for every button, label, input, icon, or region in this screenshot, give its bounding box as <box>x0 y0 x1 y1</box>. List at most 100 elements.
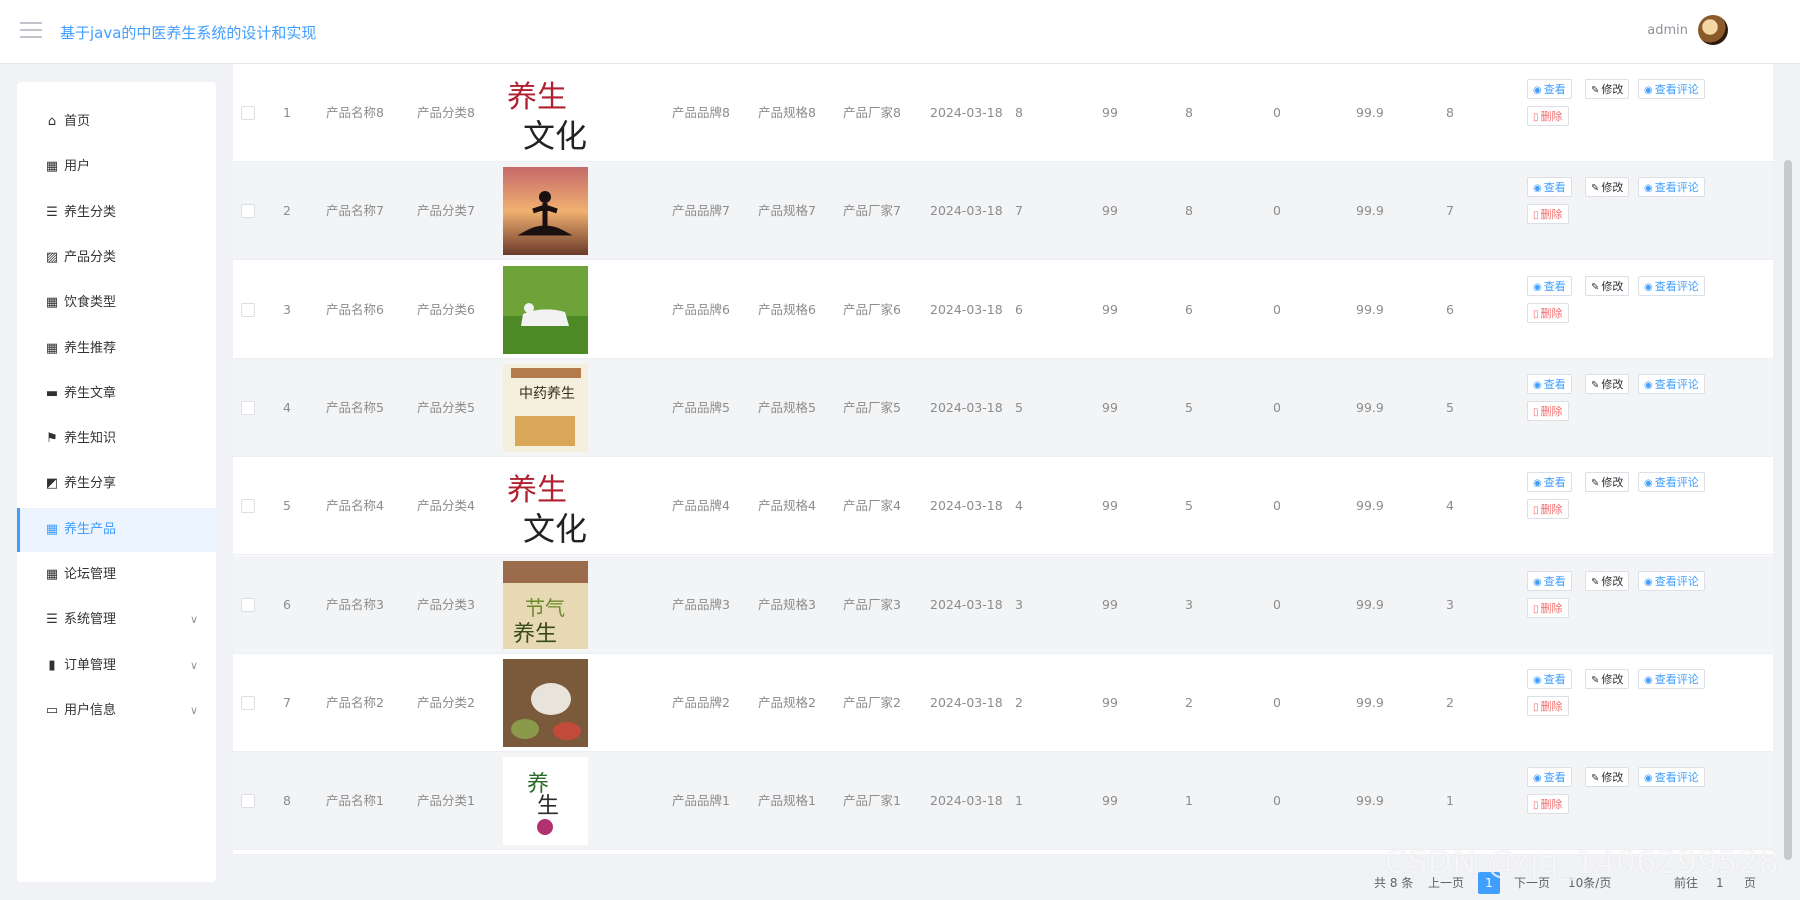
cell-c5: 8 <box>1446 105 1454 120</box>
view-comments-button[interactable]: ◉ 查看评论 <box>1638 472 1705 493</box>
button-label: 删除 <box>1540 306 1563 320</box>
edit-button[interactable]: ✎ 修改 <box>1585 177 1630 198</box>
button-label: 删除 <box>1540 601 1563 615</box>
view-comments-button[interactable]: ◉ 查看评论 <box>1638 668 1705 689</box>
view-button[interactable]: ◉ 查看 <box>1527 668 1572 689</box>
delete-button[interactable]: ▯ 删除 <box>1527 794 1569 815</box>
view-comments-button[interactable]: ◉ 查看评论 <box>1638 767 1705 788</box>
eye-icon: ◉ <box>1644 379 1653 391</box>
sidebar-item[interactable]: ▦ 用户 <box>17 145 216 189</box>
cell-c1: 1 <box>1015 793 1023 809</box>
edit-button[interactable]: ✎ 修改 <box>1585 79 1630 99</box>
row-checkbox[interactable] <box>241 794 255 809</box>
delete-button[interactable]: ▯ 删除 <box>1527 204 1569 225</box>
product-image[interactable]: 中药养生 <box>503 363 588 452</box>
sliders-icon: ☰ <box>46 204 58 220</box>
cell-c5: 6 <box>1446 301 1454 317</box>
view-button[interactable]: ◉ 查看 <box>1527 79 1572 99</box>
button-label: 查看 <box>1543 181 1566 195</box>
row-checkbox[interactable] <box>241 106 255 120</box>
view-comments-button[interactable]: ◉ 查看评论 <box>1638 570 1705 591</box>
trash-icon: ▯ <box>1533 308 1539 320</box>
sidebar-item[interactable]: ▦ 论坛管理 <box>17 553 216 597</box>
cell-index: 1 <box>283 105 291 120</box>
row-checkbox[interactable] <box>241 695 255 710</box>
view-comments-button[interactable]: ◉ 查看评论 <box>1638 373 1705 394</box>
view-button[interactable]: ◉ 查看 <box>1527 373 1572 394</box>
cell-date: 2024-03-18 <box>930 301 1003 317</box>
table-row: 1 产品名称8 产品分类8 产品品牌8 产品规格8 产品厂家8 2024-03-18 8 99 8… <box>233 64 1773 162</box>
row-checkbox[interactable] <box>241 302 255 317</box>
sidebar-item[interactable]: ▬ 养生文章 <box>17 372 216 416</box>
edit-button[interactable]: ✎ 修改 <box>1585 767 1630 788</box>
button-label: 修改 <box>1601 83 1624 96</box>
product-image[interactable] <box>503 658 588 747</box>
svg-text:养生: 养生 <box>507 473 567 508</box>
svg-text:生: 生 <box>537 794 559 819</box>
edit-button[interactable]: ✎ 修改 <box>1585 668 1630 689</box>
delete-button[interactable]: ▯ 删除 <box>1527 597 1569 618</box>
product-image[interactable]: 养生 <box>503 757 588 846</box>
edit-button[interactable]: ✎ 修改 <box>1585 275 1630 296</box>
sidebar-item[interactable]: ▨ 产品分类 <box>17 236 216 280</box>
delete-button[interactable]: ▯ 删除 <box>1527 499 1569 520</box>
delete-button[interactable]: ▯ 删除 <box>1527 106 1569 126</box>
row-checkbox[interactable] <box>241 204 255 219</box>
avatar[interactable] <box>1698 15 1728 45</box>
delete-button[interactable]: ▯ 删除 <box>1527 302 1569 323</box>
cell-category: 产品分类8 <box>417 105 475 120</box>
view-comments-button[interactable]: ◉ 查看评论 <box>1638 79 1705 99</box>
cell-c1: 3 <box>1015 596 1023 612</box>
cell-index: 7 <box>283 694 291 710</box>
edit-button[interactable]: ✎ 修改 <box>1585 472 1630 493</box>
view-button[interactable]: ◉ 查看 <box>1527 767 1572 788</box>
view-button[interactable]: ◉ 查看 <box>1527 275 1572 296</box>
sidebar-item[interactable]: ▭ 用户信息 ∨ <box>17 689 216 733</box>
sidebar-item[interactable]: ▮ 订单管理 ∨ <box>17 644 216 688</box>
sidebar-item[interactable]: ▦ 饮食类型 <box>17 281 216 325</box>
delete-button[interactable]: ▯ 删除 <box>1527 695 1569 716</box>
cell-c4: 0 <box>1273 498 1281 514</box>
sidebar-item[interactable]: ⌂ 首页 <box>17 100 216 144</box>
view-comments-button[interactable]: ◉ 查看评论 <box>1638 177 1705 198</box>
sidebar-item[interactable]: ▦ 养生产品 <box>17 507 216 552</box>
row-checkbox[interactable] <box>241 499 255 514</box>
edit-icon: ✎ <box>1591 478 1600 490</box>
sidebar-item[interactable]: ☰ 系统管理 ∨ <box>17 598 216 642</box>
cell-brand: 产品品牌5 <box>672 399 730 415</box>
edit-button[interactable]: ✎ 修改 <box>1585 373 1630 394</box>
sidebar-item[interactable]: ⚑ 养生知识 <box>17 417 216 461</box>
delete-button[interactable]: ▯ 删除 <box>1527 400 1569 421</box>
product-image[interactable]: 节气 养生 <box>503 560 588 649</box>
cell-date: 2024-03-18 <box>930 694 1003 710</box>
button-label: 删除 <box>1540 699 1563 713</box>
svg-text:节气: 节气 <box>525 596 565 620</box>
sidebar-item-label: 论坛管理 <box>64 567 117 582</box>
sidebar-item[interactable]: ☰ 养生分类 <box>17 191 216 235</box>
edit-button[interactable]: ✎ 修改 <box>1585 570 1630 591</box>
view-comments-button[interactable]: ◉ 查看评论 <box>1638 275 1705 296</box>
product-image[interactable] <box>503 167 588 256</box>
view-button[interactable]: ◉ 查看 <box>1527 472 1572 493</box>
cell-maker: 产品厂家5 <box>843 399 901 415</box>
product-image[interactable] <box>503 265 588 354</box>
scrollbar[interactable] <box>1784 160 1792 860</box>
row-checkbox[interactable] <box>241 400 255 415</box>
sidebar-item[interactable]: ◩ 养生分享 <box>17 462 216 506</box>
view-button[interactable]: ◉ 查看 <box>1527 570 1572 591</box>
row-checkbox[interactable] <box>241 597 255 612</box>
view-button[interactable]: ◉ 查看 <box>1527 177 1572 198</box>
eye-icon: ◉ <box>1533 674 1542 686</box>
username[interactable]: admin <box>1647 23 1688 38</box>
menu-toggle-icon[interactable] <box>20 22 42 40</box>
sidebar-item[interactable]: ▦ 养生推荐 <box>17 327 216 371</box>
product-image[interactable]: 养生 文化 <box>503 69 588 157</box>
cell-brand: 产品品牌6 <box>672 301 730 317</box>
cell-spec: 产品规格1 <box>758 793 816 809</box>
cell-price: 99.9 <box>1356 793 1384 809</box>
product-image[interactable]: 养生 文化 <box>503 462 588 551</box>
cell-c1: 5 <box>1015 399 1023 415</box>
cell-maker: 产品厂家2 <box>843 694 901 710</box>
svg-text:中药养生: 中药养生 <box>519 386 575 402</box>
cell-c5: 3 <box>1446 596 1454 612</box>
